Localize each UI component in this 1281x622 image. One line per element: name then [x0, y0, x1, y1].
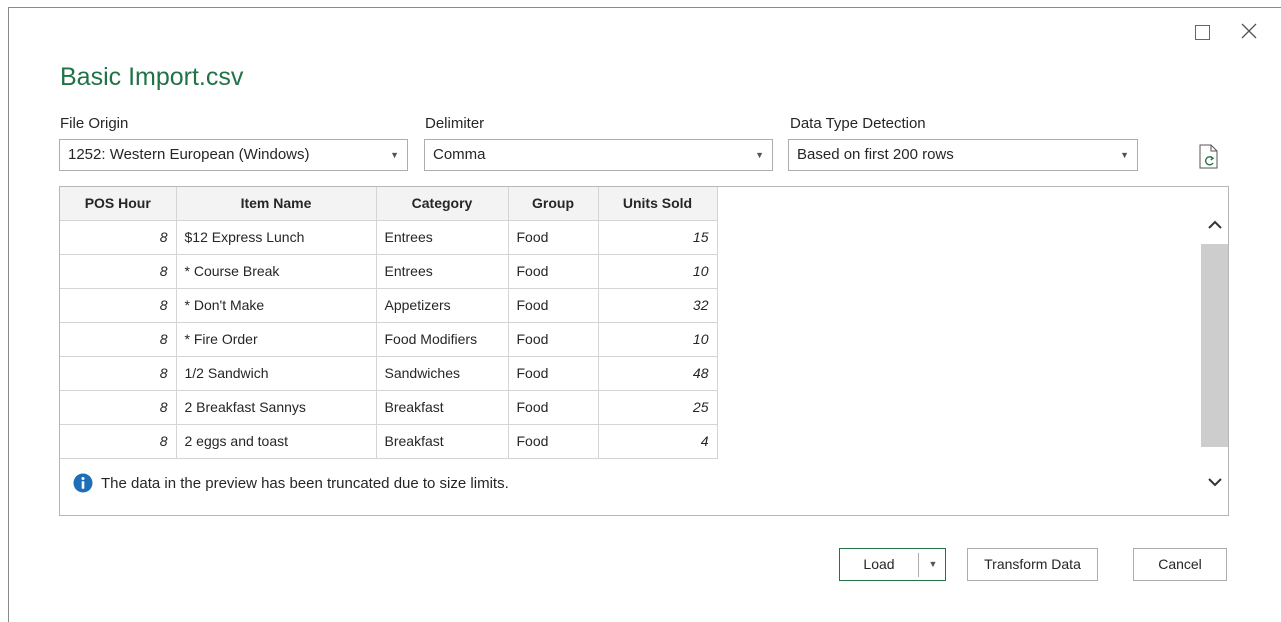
table-row: 8 $12 Express Lunch Entrees Food 15	[60, 220, 718, 255]
table-row: 8 * Don't Make Appetizers Food 32	[60, 288, 718, 323]
truncation-message: The data in the preview has been truncat…	[101, 474, 509, 492]
table-cell: Breakfast	[376, 424, 509, 459]
scroll-up-icon[interactable]	[1201, 211, 1228, 237]
column-header: Units Sold	[598, 187, 718, 221]
table-cell: Sandwiches	[376, 356, 509, 391]
table-cell: 8	[60, 288, 177, 323]
table-cell: 10	[598, 254, 718, 289]
table-cell: Food	[508, 322, 599, 357]
table-cell: * Fire Order	[176, 322, 377, 357]
delimiter-label: Delimiter	[425, 115, 485, 132]
chevron-down-icon: ▼	[755, 150, 764, 160]
table-cell: 8	[60, 356, 177, 391]
data-type-detection-label: Data Type Detection	[790, 115, 926, 132]
table-row: 8 * Fire Order Food Modifiers Food 10	[60, 322, 718, 357]
truncation-notice: The data in the preview has been truncat…	[73, 473, 509, 493]
file-origin-label: File Origin	[60, 115, 129, 132]
chevron-down-icon[interactable]: ▼	[920, 549, 946, 580]
table-row: 8 * Course Break Entrees Food 10	[60, 254, 718, 289]
data-type-detection-dropdown[interactable]: Based on first 200 rows ▼	[788, 139, 1138, 171]
table-cell: Breakfast	[376, 390, 509, 425]
scrollbar-thumb[interactable]	[1201, 244, 1228, 447]
chevron-down-icon: ▼	[1120, 150, 1129, 160]
table-cell: 25	[598, 390, 718, 425]
table-header-row: POS Hour Item Name Category Group Units …	[60, 187, 718, 221]
table-cell: 48	[598, 356, 718, 391]
table-cell: $12 Express Lunch	[176, 220, 377, 255]
preview-table: POS Hour Item Name Category Group Units …	[60, 187, 718, 459]
load-button-label: Load	[863, 556, 895, 572]
file-origin-dropdown[interactable]: 1252: Western European (Windows) ▼	[59, 139, 408, 171]
table-cell: 1/2 Sandwich	[176, 356, 377, 391]
table-cell: 10	[598, 322, 718, 357]
table-cell: 2 eggs and toast	[176, 424, 377, 459]
column-header: Group	[508, 187, 599, 221]
refresh-icon[interactable]	[1197, 144, 1221, 170]
table-cell: 8	[60, 254, 177, 289]
table-cell: * Course Break	[176, 254, 377, 289]
table-cell: 8	[60, 424, 177, 459]
cancel-button[interactable]: Cancel	[1133, 548, 1227, 581]
data-type-detection-value: Based on first 200 rows	[797, 146, 954, 163]
table-cell: 8	[60, 220, 177, 255]
file-origin-value: 1252: Western European (Windows)	[68, 146, 310, 163]
table-cell: 2 Breakfast Sannys	[176, 390, 377, 425]
load-button[interactable]: Load ▼	[839, 548, 946, 581]
delimiter-value: Comma	[433, 146, 486, 163]
table-cell: 15	[598, 220, 718, 255]
vertical-scrollbar[interactable]	[1201, 187, 1228, 515]
load-split-divider	[918, 553, 919, 577]
table-cell: Food Modifiers	[376, 322, 509, 357]
table-cell: Food	[508, 356, 599, 391]
table-cell: 8	[60, 322, 177, 357]
table-row: 8 1/2 Sandwich Sandwiches Food 48	[60, 356, 718, 391]
dialog-title: Basic Import.csv	[60, 63, 244, 91]
column-header: Item Name	[176, 187, 377, 221]
table-cell: Food	[508, 254, 599, 289]
table-row: 8 2 eggs and toast Breakfast Food 4	[60, 424, 718, 459]
column-header: POS Hour	[60, 187, 177, 221]
maximize-icon[interactable]	[1192, 22, 1212, 42]
chevron-down-icon: ▼	[390, 150, 399, 160]
table-row: 8 2 Breakfast Sannys Breakfast Food 25	[60, 390, 718, 425]
close-icon[interactable]	[1240, 22, 1260, 42]
table-cell: Food	[508, 220, 599, 255]
table-cell: * Don't Make	[176, 288, 377, 323]
delimiter-dropdown[interactable]: Comma ▼	[424, 139, 773, 171]
scroll-down-icon[interactable]	[1201, 470, 1228, 494]
data-preview: POS Hour Item Name Category Group Units …	[59, 186, 1229, 516]
table-cell: Entrees	[376, 220, 509, 255]
table-cell: Appetizers	[376, 288, 509, 323]
table-cell: 32	[598, 288, 718, 323]
table-cell: 4	[598, 424, 718, 459]
table-cell: Food	[508, 288, 599, 323]
table-cell: Food	[508, 424, 599, 459]
table-cell: 8	[60, 390, 177, 425]
table-cell: Food	[508, 390, 599, 425]
transform-data-button[interactable]: Transform Data	[967, 548, 1098, 581]
table-cell: Entrees	[376, 254, 509, 289]
info-icon	[73, 473, 93, 493]
column-header: Category	[376, 187, 509, 221]
